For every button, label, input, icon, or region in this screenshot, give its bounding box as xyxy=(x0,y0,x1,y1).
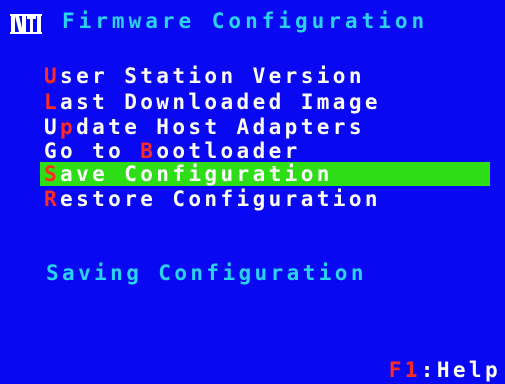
help-hint[interactable]: F1:Help xyxy=(389,358,501,382)
menu-item-label: ootloader xyxy=(156,139,301,163)
help-key: F1 xyxy=(388,358,421,382)
menu-item-last-downloaded-image[interactable]: Last Downloaded Image xyxy=(44,90,494,114)
menu-item-restore-configuration[interactable]: Restore Configuration xyxy=(44,187,494,211)
menu-item-save-configuration[interactable]: Save Configuration xyxy=(40,162,490,186)
hotkey-letter: B xyxy=(140,139,157,163)
menu-item-update-host-adapters[interactable]: Update Host Adapters xyxy=(44,115,494,139)
menu-item-label: date Host Adapters xyxy=(76,115,365,139)
menu-item-user-station-version[interactable]: User Station Version xyxy=(44,64,494,88)
menu-item-label: estore Configuration xyxy=(60,187,381,211)
menu-item-label: ser Station Version xyxy=(60,64,365,88)
page-title: Firmware Configuration xyxy=(62,9,429,33)
hotkey-letter: S xyxy=(44,162,61,186)
status-message: Saving Configuration xyxy=(46,261,367,285)
menu-item-label: ast Downloaded Image xyxy=(60,90,381,114)
nti-logo xyxy=(10,12,42,36)
menu-item-prefix: Go to xyxy=(44,139,141,163)
menu-item-go-to-bootloader[interactable]: Go to Bootloader xyxy=(44,139,494,163)
help-label: :Help xyxy=(420,358,501,382)
menu-item-prefix: U xyxy=(44,115,61,139)
hotkey-letter: p xyxy=(60,115,77,139)
menu-item-label: ave Configuration xyxy=(60,162,333,186)
hotkey-letter: R xyxy=(44,187,61,211)
hotkey-letter: L xyxy=(44,90,61,114)
hotkey-letter: U xyxy=(44,64,61,88)
